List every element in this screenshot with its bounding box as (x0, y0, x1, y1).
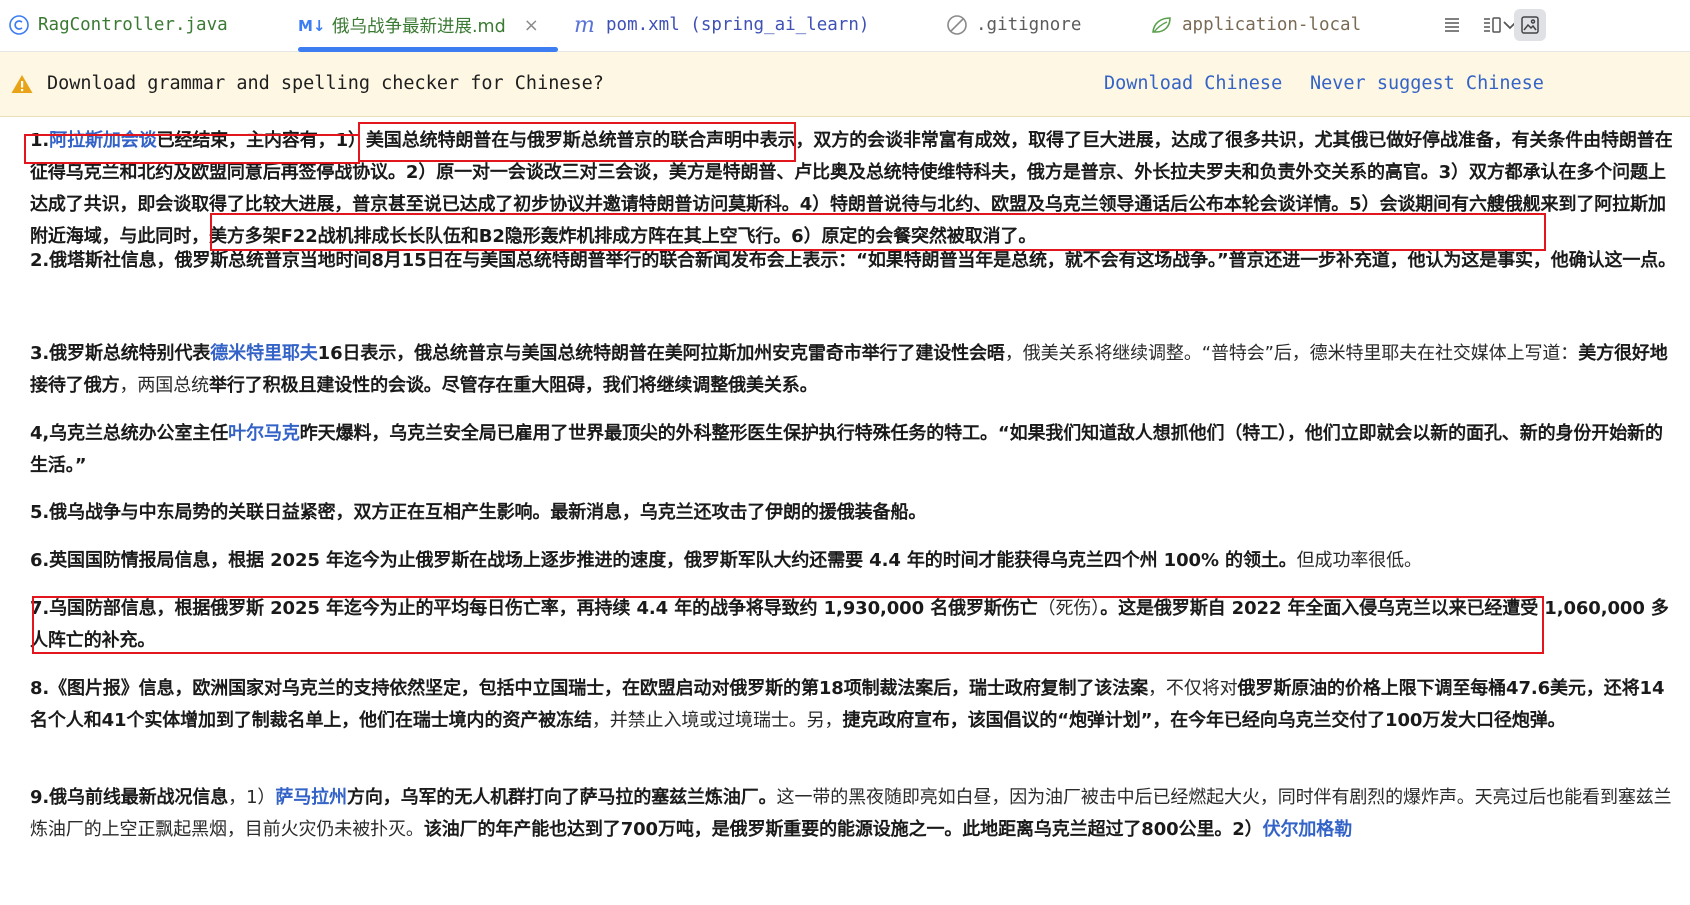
item-number: 1. (30, 130, 50, 151)
item-text: 已经结束，主内容有，1）美国总统特朗普在与俄罗斯总统普京的联合声明中表示，双方的… (30, 130, 1673, 247)
markdown-icon: M↓ (298, 16, 324, 34)
item-text: 但成功率很低。 (1296, 550, 1422, 571)
news-item-2: 2.俄塔斯社信息，俄罗斯总统普京当地时间8月15日在与美国总统特朗普举行的联合新… (30, 245, 1678, 277)
ignore-icon (946, 14, 968, 36)
item-text: ，两国总统 (119, 375, 210, 396)
item-text: ，不仅将对 (1148, 678, 1238, 699)
item-text: ，1） (228, 787, 276, 808)
tab-label: .gitignore (976, 15, 1082, 35)
news-item-6: 6.英国国防情报局信息，根据 2025 年迄今为止俄罗斯在战场上逐步推进的速度，… (30, 545, 1678, 577)
item-text: ，俄美关系将继续调整。“普特会”后，德米特里耶夫在社交媒体上写道： (1004, 343, 1579, 364)
grammar-checker-banner: Download grammar and spelling checker fo… (0, 52, 1690, 117)
maven-icon: m (574, 15, 598, 35)
item-text: ，并禁止入境或过境瑞士。另， (591, 710, 843, 731)
editor-only-view-icon[interactable] (1436, 9, 1468, 41)
news-item-4: 4,乌克兰总统办公室主任叶尔马克昨天爆料，乌克兰安全局已雇用了世界最顶尖的外科整… (30, 418, 1678, 482)
news-item-9: 9.俄乌前线最新战况信息，1）萨马拉州方向，乌军的无人机群打向了萨马拉的塞兹兰炼… (30, 782, 1678, 846)
item-text: 16日表示，俄总统普京与美国总统特朗普在美阿拉斯加州安克雷奇市举行了建设性会晤 (317, 343, 1005, 364)
item-text: 3.俄罗斯总统特别代表 (30, 343, 211, 364)
item-text: 9.俄乌前线最新战况信息 (30, 787, 229, 808)
tab-label: pom.xml (spring_ai_learn) (606, 15, 870, 35)
samara-link[interactable]: 萨马拉州 (275, 787, 347, 808)
banner-message: Download grammar and spelling checker fo… (47, 73, 604, 94)
item-text: 2.俄塔斯社信息，俄罗斯总统普京当地时间8月15日在与美国总统特朗普举行的联合新… (30, 250, 1677, 271)
item-text: （死伤） (1037, 598, 1101, 619)
item-text: 5.俄乌战争与中东局势的关联日益紧密，双方正在互相产生影响。最新消息，乌克兰还攻… (30, 502, 927, 523)
tab-application-local[interactable]: application-local (1150, 0, 1361, 50)
volgograd-link[interactable]: 伏尔加格勒 (1263, 819, 1353, 840)
news-item-5: 5.俄乌战争与中东局势的关联日益紧密，双方正在互相产生影响。最新消息，乌克兰还攻… (30, 497, 1678, 529)
class-icon (8, 14, 30, 36)
news-item-3: 3.俄罗斯总统特别代表德米特里耶夫16日表示，俄总统普京与美国总统特朗普在美阿拉… (30, 338, 1678, 402)
svg-text:M↓: M↓ (298, 17, 324, 34)
news-item-1: 1.阿拉斯加会谈已经结束，主内容有，1）美国总统特朗普在与俄罗斯总统普京的联合声… (30, 125, 1678, 253)
dmitriev-link[interactable]: 德米特里耶夫 (210, 343, 318, 364)
alaska-talks-link[interactable]: 阿拉斯加会谈 (49, 130, 157, 151)
news-item-7: 7.乌国防部信息，根据俄罗斯 2025 年迄今为止的平均每日伤亡率，再持续 4.… (30, 593, 1678, 657)
tab-gitignore[interactable]: .gitignore (946, 0, 1081, 50)
never-suggest-chinese-link[interactable]: Never suggest Chinese (1310, 73, 1544, 94)
item-text: 4,乌克兰总统办公室主任 (30, 423, 229, 444)
tab-label: RagController.java (38, 15, 228, 35)
item-text: 8.《图片报》信息，欧洲国家对乌克兰的支持依然坚定，包括中立国瑞士，在欧盟启动对… (30, 678, 1149, 699)
yermak-link[interactable]: 叶尔马克 (228, 423, 300, 444)
item-text: 7.乌国防部信息，根据俄罗斯 2025 年迄今为止的平均每日伤亡率，再持续 4.… (30, 598, 1038, 619)
split-view-icon[interactable] (1476, 9, 1508, 41)
item-text: 6.英国国防情报局信息，根据 2025 年迄今为止俄罗斯在战场上逐步推进的速度，… (30, 550, 1297, 571)
svg-text:m: m (574, 15, 595, 35)
editor-tab-bar: RagController.java M↓ 俄乌战争最新进展.md × m po… (0, 0, 1690, 52)
warning-icon (10, 73, 34, 99)
preview-only-view-icon[interactable] (1514, 9, 1546, 41)
tab-markdown-file[interactable]: M↓ 俄乌战争最新进展.md × (298, 0, 558, 52)
news-item-8: 8.《图片报》信息，欧洲国家对乌克兰的支持依然坚定，包括中立国瑞士，在欧盟启动对… (30, 673, 1678, 737)
close-icon[interactable]: × (524, 15, 539, 36)
item-text: 方向，乌军的无人机群打向了萨马拉的塞兹兰炼油厂。 (346, 787, 777, 808)
item-text: 举行了积极且建设性的会谈。尽管存在重大阻碍，我们将继续调整俄美关系。 (209, 375, 818, 396)
tab-label: 俄乌战争最新进展.md (332, 16, 506, 37)
tab-ragcontroller[interactable]: RagController.java (8, 0, 228, 50)
download-chinese-link[interactable]: Download Chinese (1104, 73, 1282, 94)
tab-pom-xml[interactable]: m pom.xml (spring_ai_learn) (574, 0, 869, 50)
spring-leaf-icon (1150, 14, 1174, 36)
item-text: 该油厂的年产能也达到了700万吨，是俄罗斯重要的能源设施之一。此地距离乌克兰超过… (423, 819, 1263, 840)
tab-label: application-local (1182, 15, 1362, 35)
item-text: 捷克政府宣布，该国倡议的“炮弹计划”，在今年已经向乌克兰交付了100万发大口径炮… (842, 710, 1566, 731)
